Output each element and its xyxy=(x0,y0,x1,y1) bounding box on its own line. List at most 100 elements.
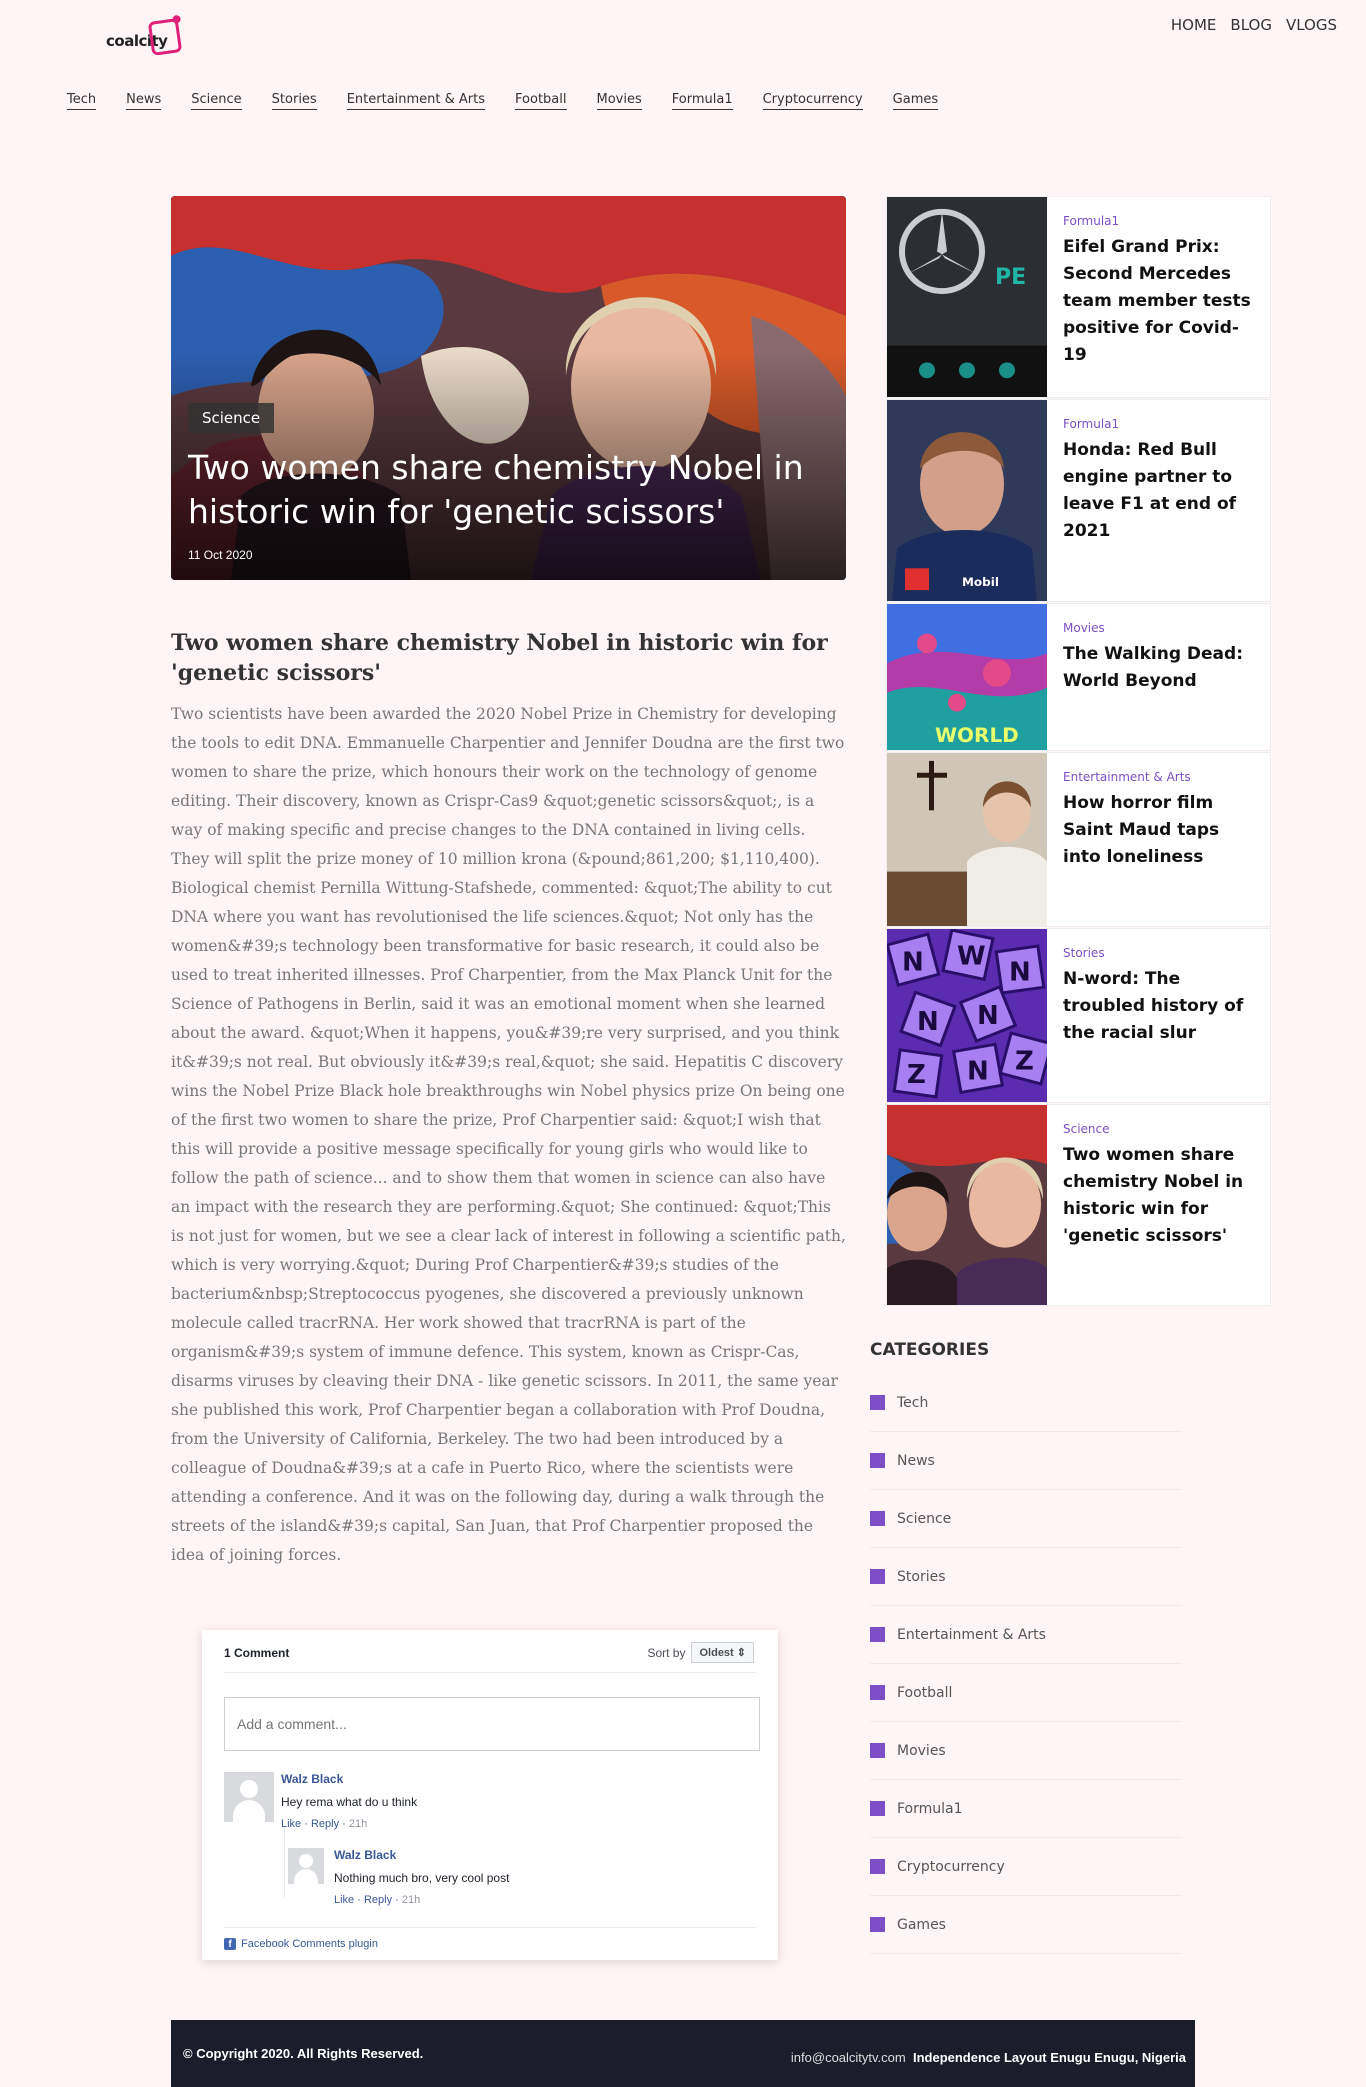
hero-category-badge[interactable]: Science xyxy=(188,403,275,433)
article-title: Two women share chemistry Nobel in histo… xyxy=(171,630,828,686)
side-card[interactable]: Mobil Formula1 Honda: Red Bull engine pa… xyxy=(886,399,1271,602)
hero-title[interactable]: Two women share chemistry Nobel in histo… xyxy=(188,446,828,534)
svg-text:PE: PE xyxy=(995,265,1026,290)
comment-input[interactable] xyxy=(224,1697,760,1751)
category-nav: Tech News Science Stories Entertainment … xyxy=(67,92,968,110)
article-body: Two scientists have been awarded the 202… xyxy=(171,705,846,1564)
top-nav: HOME BLOG VLOGS xyxy=(1171,16,1337,34)
cat-nav-football[interactable]: Football xyxy=(515,92,567,110)
nav-home-link[interactable]: HOME xyxy=(1171,16,1217,34)
card-thumbnail xyxy=(887,753,1047,926)
footer-contact: info@coalcitytv.com Independence Layout … xyxy=(791,2050,1186,2065)
reply-link[interactable]: Reply xyxy=(364,1894,392,1906)
sort-control: Sort by Oldest ⇕ xyxy=(647,1642,754,1663)
cat-nav-movies[interactable]: Movies xyxy=(596,92,642,110)
category-square-icon xyxy=(870,1859,885,1874)
category-label: Cryptocurrency xyxy=(897,1858,1005,1875)
side-card[interactable]: PE Formula1 Eifel Grand Prix: Second Mer… xyxy=(886,196,1271,398)
card-category[interactable]: Formula1 xyxy=(1063,417,1119,431)
category-item-entertainment[interactable]: Entertainment & Arts xyxy=(870,1606,1182,1664)
card-category[interactable]: Movies xyxy=(1063,621,1105,635)
footer-email[interactable]: info@coalcitytv.com xyxy=(791,2050,906,2065)
category-label: Movies xyxy=(897,1742,946,1759)
comment-actions: Like · Reply · 21h xyxy=(334,1894,421,1906)
svg-text:W: W xyxy=(957,942,986,972)
category-item-football[interactable]: Football xyxy=(870,1664,1182,1722)
card-title[interactable]: N-word: The troubled history of the raci… xyxy=(1063,966,1258,1047)
side-card[interactable]: Entertainment & Arts How horror film Sai… xyxy=(886,752,1271,927)
category-item-stories[interactable]: Stories xyxy=(870,1548,1182,1606)
category-item-movies[interactable]: Movies xyxy=(870,1722,1182,1780)
avatar[interactable] xyxy=(224,1772,274,1822)
avatar[interactable] xyxy=(288,1848,324,1884)
card-category[interactable]: Science xyxy=(1063,1122,1110,1136)
cat-nav-crypto[interactable]: Cryptocurrency xyxy=(762,92,863,110)
cat-nav-news[interactable]: News xyxy=(126,92,162,110)
comment-author[interactable]: Walz Black xyxy=(334,1848,396,1862)
comment-author[interactable]: Walz Black xyxy=(281,1772,343,1786)
category-item-tech[interactable]: Tech xyxy=(870,1374,1182,1432)
category-square-icon xyxy=(870,1569,885,1584)
reply-link[interactable]: Reply xyxy=(311,1818,339,1830)
card-category[interactable]: Formula1 xyxy=(1063,214,1119,228)
divider xyxy=(224,1927,756,1928)
facebook-icon: f xyxy=(224,1938,236,1950)
category-square-icon xyxy=(870,1917,885,1932)
card-thumbnail xyxy=(887,1105,1047,1305)
sort-select[interactable]: Oldest ⇕ xyxy=(691,1642,754,1663)
category-label: Science xyxy=(897,1510,952,1527)
category-square-icon xyxy=(870,1801,885,1816)
comment-actions: Like · Reply · 21h xyxy=(281,1818,368,1830)
card-title[interactable]: How horror film Saint Maud taps into lon… xyxy=(1063,790,1258,871)
category-item-formula1[interactable]: Formula1 xyxy=(870,1780,1182,1838)
svg-text:N: N xyxy=(1009,958,1031,988)
cat-nav-formula1[interactable]: Formula1 xyxy=(671,92,733,110)
comment-time: 21h xyxy=(348,1818,368,1830)
nav-blog-link[interactable]: BLOG xyxy=(1230,16,1272,34)
facebook-comments: 1 Comment Sort by Oldest ⇕ Walz Black He… xyxy=(202,1630,778,1960)
card-thumbnail: NWN NNZ NZ xyxy=(887,929,1047,1102)
category-square-icon xyxy=(870,1743,885,1758)
card-thumbnail: WORLD xyxy=(887,604,1047,750)
category-label: Football xyxy=(897,1684,953,1701)
side-card[interactable]: NWN NNZ NZ Stories N-word: The troubled … xyxy=(886,928,1271,1103)
fb-plugin-link[interactable]: f Facebook Comments plugin xyxy=(224,1938,378,1950)
category-item-news[interactable]: News xyxy=(870,1432,1182,1490)
side-card[interactable]: Science Two women share chemistry Nobel … xyxy=(886,1104,1271,1306)
cat-nav-stories[interactable]: Stories xyxy=(271,92,317,110)
cat-nav-science[interactable]: Science xyxy=(191,92,242,110)
category-square-icon xyxy=(870,1395,885,1410)
nav-vlogs-link[interactable]: VLOGS xyxy=(1286,16,1337,34)
card-title[interactable]: Two women share chemistry Nobel in histo… xyxy=(1063,1142,1258,1250)
cat-nav-tech[interactable]: Tech xyxy=(67,92,97,110)
svg-text:Mobil: Mobil xyxy=(962,575,999,589)
category-item-games[interactable]: Games xyxy=(870,1896,1182,1954)
side-card[interactable]: WORLD Movies The Walking Dead: World Bey… xyxy=(886,603,1271,751)
footer-address: Independence Layout Enugu Enugu, Nigeria xyxy=(912,2050,1186,2065)
hero-feature[interactable]: Science Two women share chemistry Nobel … xyxy=(171,196,846,580)
hero-date: 11 Oct 2020 xyxy=(188,548,253,562)
plugin-label: Facebook Comments plugin xyxy=(241,1938,378,1950)
svg-text:N: N xyxy=(917,1007,939,1037)
card-title[interactable]: Honda: Red Bull engine partner to leave … xyxy=(1063,437,1258,545)
category-square-icon xyxy=(870,1511,885,1526)
card-category[interactable]: Stories xyxy=(1063,946,1105,960)
categories-heading: CATEGORIES xyxy=(870,1340,990,1360)
site-logo[interactable]: coalcity xyxy=(104,18,183,62)
comment-time: 21h xyxy=(401,1894,421,1906)
card-title[interactable]: The Walking Dead: World Beyond xyxy=(1063,641,1258,695)
category-square-icon xyxy=(870,1627,885,1642)
card-title[interactable]: Eifel Grand Prix: Second Mercedes team m… xyxy=(1063,234,1258,369)
cat-nav-games[interactable]: Games xyxy=(892,92,939,110)
cat-nav-entertainment[interactable]: Entertainment & Arts xyxy=(346,92,486,110)
category-item-science[interactable]: Science xyxy=(870,1490,1182,1548)
card-thumbnail: PE xyxy=(887,197,1047,397)
category-label: Games xyxy=(897,1916,946,1933)
category-item-crypto[interactable]: Cryptocurrency xyxy=(870,1838,1182,1896)
like-link[interactable]: Like xyxy=(334,1894,354,1906)
card-category[interactable]: Entertainment & Arts xyxy=(1063,770,1191,784)
svg-text:Z: Z xyxy=(907,1060,926,1090)
svg-text:Z: Z xyxy=(1015,1047,1034,1077)
svg-text:N: N xyxy=(967,1056,989,1086)
sort-label: Sort by xyxy=(647,1645,686,1660)
